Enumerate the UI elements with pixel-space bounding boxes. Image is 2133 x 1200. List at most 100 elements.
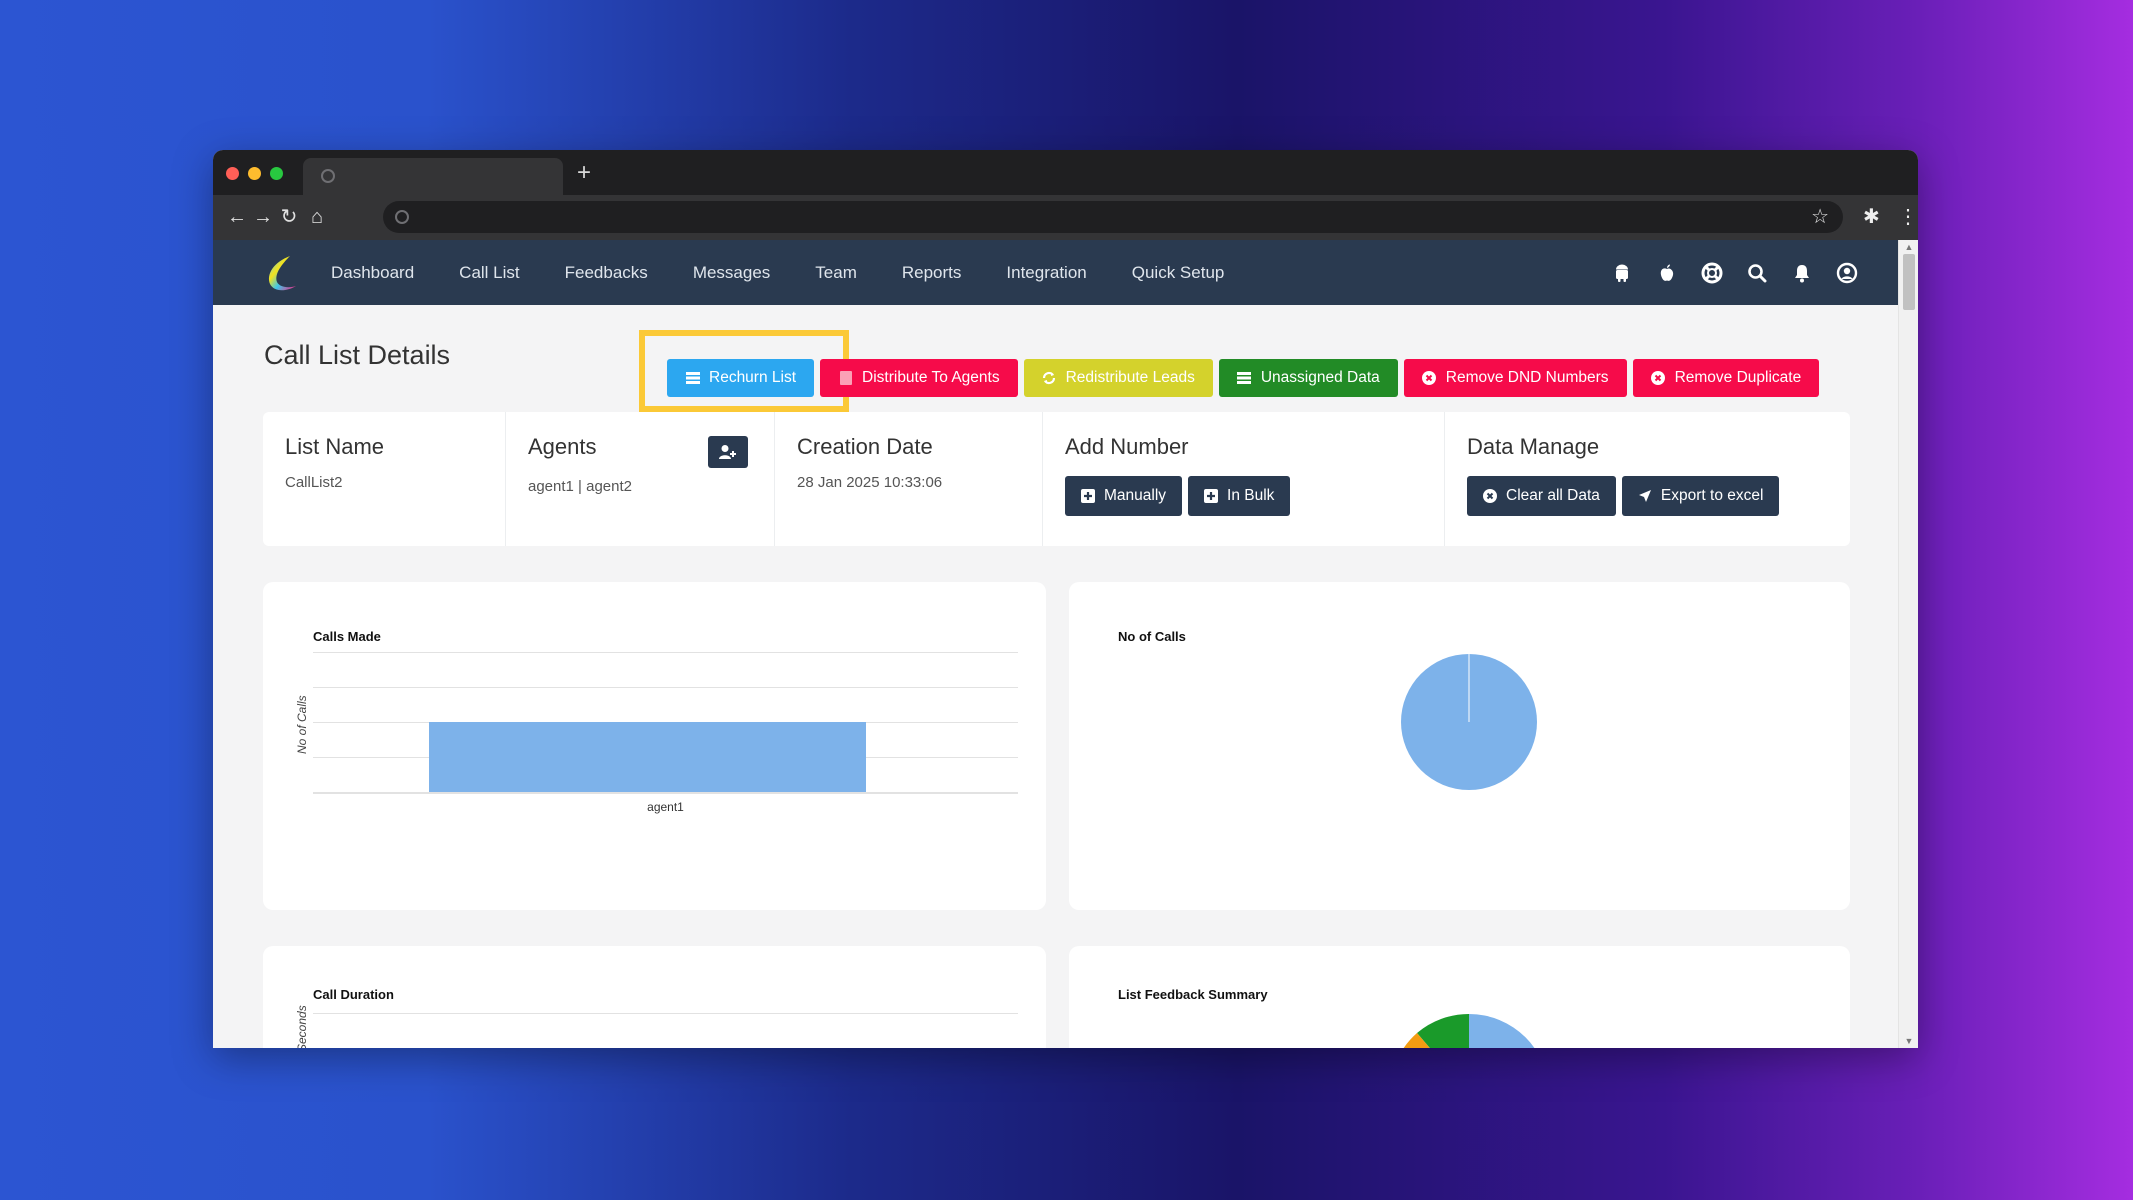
page-scrollbar[interactable]: ▲ ▼ — [1898, 240, 1918, 1048]
creation-date-value: 28 Jan 2025 10:33:06 — [797, 474, 943, 491]
calls-made-bar[interactable] — [428, 722, 867, 792]
unassigned-data-button[interactable]: Unassigned Data — [1218, 359, 1398, 397]
reload-icon[interactable]: ↻ — [277, 204, 301, 230]
list-feedback-pie — [1403, 1014, 1535, 1048]
browser-toolbar: ← → ↻ ⌂ ☆ ✱ ⋮ — [213, 195, 1918, 240]
list-name-heading: List Name — [285, 434, 385, 459]
calls-made-y-label: No of Calls — [295, 695, 309, 754]
bell-icon[interactable] — [1791, 262, 1813, 284]
export-to-excel-button[interactable]: Export to excel — [1621, 476, 1780, 516]
nav-reports[interactable]: Reports — [902, 263, 962, 283]
browser-window: + ← → ↻ ⌂ ☆ ✱ ⋮ Dashboard Call List Feed… — [213, 150, 1918, 1048]
square-icon — [838, 371, 853, 386]
add-in-bulk-label: In Bulk — [1227, 487, 1275, 504]
calls-made-gridline — [313, 792, 1018, 794]
nav-quick-setup[interactable]: Quick Setup — [1132, 263, 1225, 283]
browser-tab[interactable] — [303, 158, 563, 195]
distribute-to-agents-button[interactable]: Distribute To Agents — [820, 359, 1018, 397]
add-manually-button[interactable]: Manually — [1065, 476, 1183, 516]
scroll-down-arrow-icon[interactable]: ▼ — [1903, 1036, 1915, 1046]
call-duration-title: Call Duration — [313, 987, 394, 1002]
nav-links: Dashboard Call List Feedbacks Messages T… — [331, 240, 1269, 305]
list-name-section: List Name CallList2 — [263, 412, 506, 546]
calls-made-plot: agent1 — [313, 652, 1018, 814]
app-logo[interactable] — [260, 252, 304, 296]
remove-dnd-numbers-label: Remove DND Numbers — [1445, 369, 1609, 386]
nav-messages[interactable]: Messages — [693, 263, 770, 283]
minimize-window-button[interactable] — [248, 167, 261, 180]
lifebuoy-icon[interactable] — [1701, 262, 1723, 284]
data-manage-section: Data Manage Clear all Data Export to exc… — [1445, 412, 1850, 546]
creation-date-heading: Creation Date — [797, 434, 933, 459]
search-icon[interactable] — [1746, 262, 1768, 284]
location-arrow-icon — [1638, 490, 1651, 502]
data-manage-heading: Data Manage — [1467, 434, 1600, 459]
call-duration-gridline — [313, 1013, 1018, 1014]
rechurn-list-button[interactable]: Rechurn List — [667, 359, 815, 397]
list-feedback-summary-card: List Feedback Summary — [1069, 946, 1850, 1048]
list-icon — [685, 371, 700, 386]
times-circle-icon — [1422, 371, 1437, 386]
list-icon — [1237, 371, 1252, 386]
remove-duplicate-button[interactable]: Remove Duplicate — [1632, 359, 1820, 397]
browser-menu-icon[interactable]: ⋮ — [1898, 203, 1918, 231]
back-icon[interactable]: ← — [225, 204, 249, 230]
distribute-to-agents-label: Distribute To Agents — [862, 369, 1000, 386]
export-to-excel-label: Export to excel — [1660, 487, 1764, 504]
home-icon[interactable]: ⌂ — [305, 204, 329, 230]
no-of-calls-pie — [1401, 654, 1537, 790]
calls-made-gridline — [313, 687, 1018, 688]
rechurn-list-label: Rechurn List — [709, 369, 797, 386]
agents-value: agent1 | agent2 — [528, 478, 632, 495]
list-info-card: List Name CallList2 Agents agent1 | agen… — [263, 412, 1850, 546]
call-duration-y-label: Seconds — [295, 1005, 309, 1048]
clear-all-data-button[interactable]: Clear all Data — [1467, 476, 1616, 516]
android-icon[interactable] — [1611, 262, 1633, 284]
nav-feedbacks[interactable]: Feedbacks — [565, 263, 648, 283]
add-in-bulk-button[interactable]: In Bulk — [1188, 476, 1291, 516]
nav-icons — [1611, 240, 1858, 305]
user-plus-icon — [719, 445, 736, 459]
nav-call-list[interactable]: Call List — [459, 263, 519, 283]
globe-icon — [321, 169, 335, 183]
apple-icon[interactable] — [1656, 262, 1678, 284]
page-title: Call List Details — [264, 340, 451, 370]
browser-tab-bar: + — [213, 150, 1918, 195]
calls-made-gridline — [313, 652, 1018, 653]
remove-dnd-numbers-button[interactable]: Remove DND Numbers — [1403, 359, 1627, 397]
list-feedback-summary-title: List Feedback Summary — [1118, 987, 1268, 1002]
add-agent-button[interactable] — [708, 436, 748, 468]
plus-square-icon — [1081, 489, 1095, 503]
times-circle-icon — [1651, 371, 1666, 386]
forward-icon[interactable]: → — [251, 204, 275, 230]
close-window-button[interactable] — [226, 167, 239, 180]
calls-made-card: Calls Made agent1 No of Calls — [263, 582, 1046, 910]
refresh-icon — [1042, 371, 1057, 386]
no-of-calls-card: No of Calls — [1069, 582, 1850, 910]
bookmark-star-icon[interactable]: ☆ — [1811, 203, 1829, 231]
calls-made-title: Calls Made — [313, 629, 381, 644]
plus-square-icon — [1204, 489, 1219, 503]
creation-date-section: Creation Date 28 Jan 2025 10:33:06 — [775, 412, 1043, 546]
add-manually-label: Manually — [1104, 487, 1167, 504]
address-bar[interactable]: ☆ — [383, 201, 1843, 233]
scrollbar-thumb[interactable] — [1903, 254, 1915, 310]
add-number-section: Add Number Manually In Bulk — [1043, 412, 1445, 546]
nav-dashboard[interactable]: Dashboard — [331, 263, 414, 283]
redistribute-leads-button[interactable]: Redistribute Leads — [1023, 359, 1213, 397]
add-number-heading: Add Number — [1065, 434, 1189, 459]
nav-integration[interactable]: Integration — [1006, 263, 1086, 283]
page-content: Dashboard Call List Feedbacks Messages T… — [213, 240, 1898, 1048]
calls-made-x-tick: agent1 — [647, 800, 684, 814]
extensions-icon[interactable]: ✱ — [1863, 203, 1880, 231]
agents-section: Agents agent1 | agent2 — [506, 412, 775, 546]
user-circle-icon[interactable] — [1836, 262, 1858, 284]
nav-team[interactable]: Team — [815, 263, 857, 283]
redistribute-leads-label: Redistribute Leads — [1065, 369, 1195, 386]
top-navigation: Dashboard Call List Feedbacks Messages T… — [213, 240, 1898, 305]
new-tab-button[interactable]: + — [577, 158, 591, 188]
site-info-icon — [395, 210, 409, 224]
clear-all-data-label: Clear all Data — [1506, 487, 1600, 504]
maximize-window-button[interactable] — [270, 167, 283, 180]
scroll-up-arrow-icon[interactable]: ▲ — [1903, 242, 1915, 252]
